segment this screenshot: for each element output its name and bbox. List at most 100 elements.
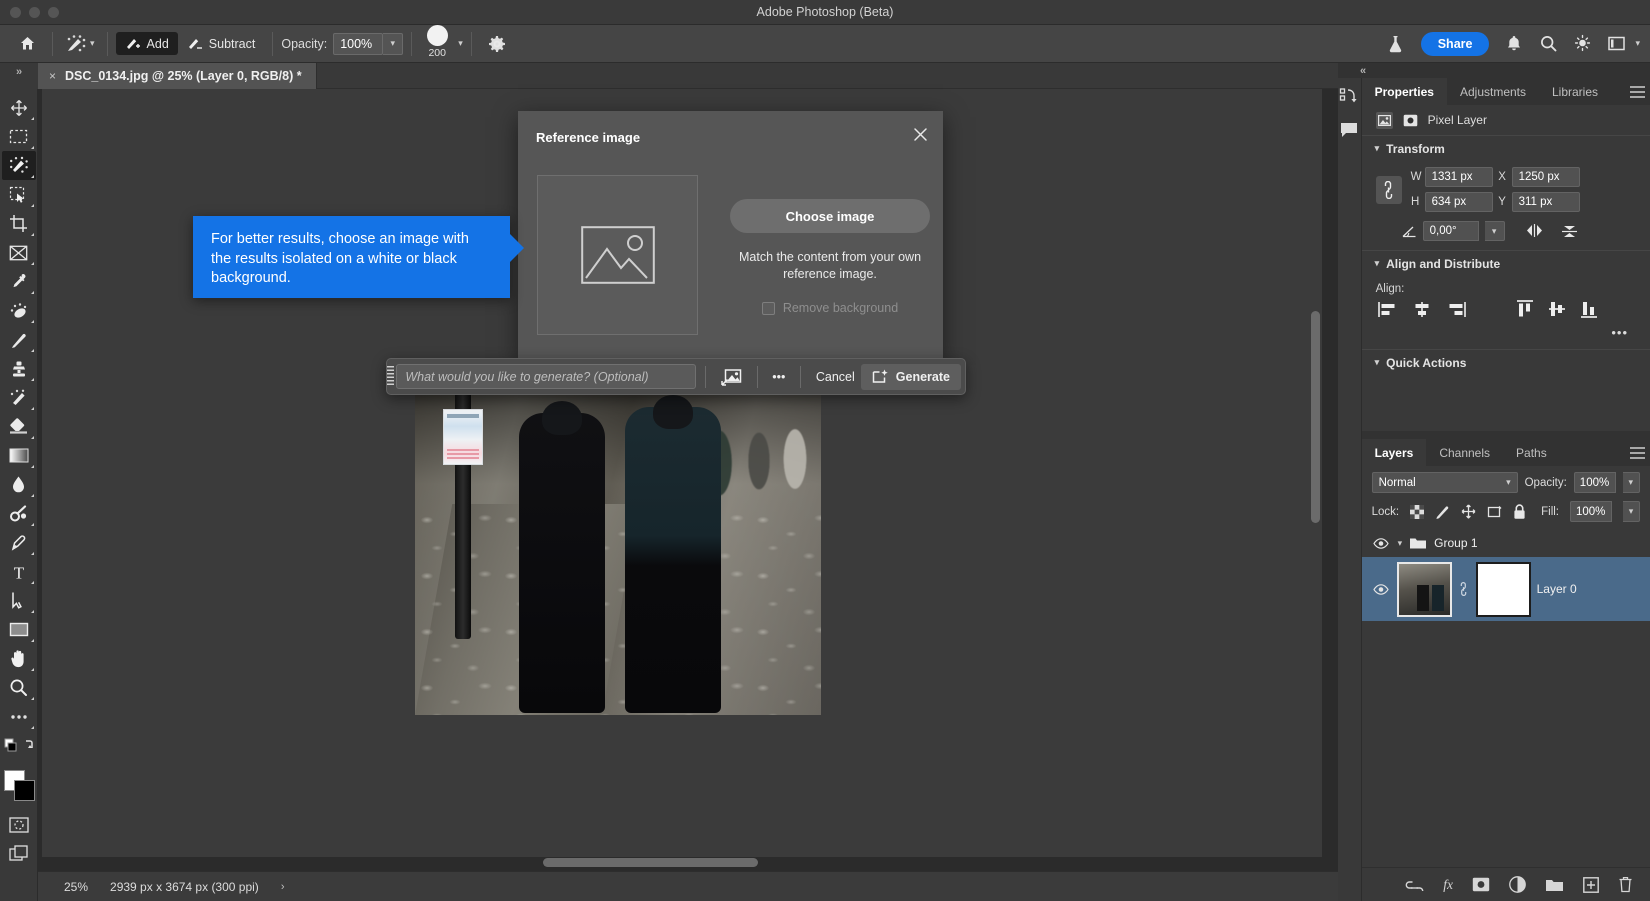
eraser-tool[interactable] bbox=[2, 412, 36, 441]
align-top-icon[interactable] bbox=[1516, 300, 1534, 318]
rectangular-marquee-tool[interactable] bbox=[2, 122, 36, 151]
layer-fill-input[interactable]: 100% bbox=[1570, 501, 1612, 522]
opacity-input[interactable]: 100% bbox=[333, 33, 383, 55]
spot-healing-brush-tool[interactable] bbox=[2, 296, 36, 325]
choose-image-button[interactable]: Choose image bbox=[730, 199, 930, 233]
hand-tool[interactable] bbox=[2, 644, 36, 673]
move-tool[interactable] bbox=[2, 93, 36, 122]
eyedropper-tool[interactable] bbox=[2, 267, 36, 296]
history-icon[interactable] bbox=[1339, 87, 1359, 107]
screen-mode-icon[interactable] bbox=[2, 839, 36, 868]
flask-icon[interactable] bbox=[1379, 30, 1413, 58]
lock-position-icon[interactable] bbox=[1461, 504, 1476, 519]
document-tab[interactable]: × DSC_0134.jpg @ 25% (Layer 0, RGB/8) * bbox=[38, 63, 317, 89]
collapse-rail-button[interactable]: « bbox=[1338, 63, 1650, 78]
flip-vertical-icon[interactable] bbox=[1560, 223, 1579, 239]
default-colors-and-swap[interactable] bbox=[2, 731, 36, 760]
blend-mode-select[interactable]: Normal ▾ bbox=[1372, 472, 1518, 493]
y-input[interactable]: 311 px bbox=[1512, 192, 1580, 212]
dodge-tool[interactable] bbox=[2, 499, 36, 528]
x-input[interactable]: 1250 px bbox=[1512, 167, 1580, 187]
generate-button[interactable]: Generate bbox=[861, 364, 961, 390]
layer-thumbnail[interactable] bbox=[1397, 562, 1452, 617]
edit-toolbar-tool[interactable] bbox=[2, 702, 36, 731]
background-color-swatch[interactable] bbox=[14, 780, 35, 801]
brush-size-picker[interactable]: 200 bbox=[420, 28, 454, 59]
transform-section-header[interactable]: ▾ Transform bbox=[1362, 135, 1650, 161]
angle-chevron-down-icon[interactable]: ▾ bbox=[1485, 221, 1505, 241]
new-group-icon[interactable] bbox=[1545, 878, 1564, 892]
close-document-icon[interactable]: × bbox=[49, 69, 56, 83]
tool-preset-picker[interactable]: ▾ bbox=[61, 30, 99, 58]
add-layer-mask-icon[interactable] bbox=[1472, 877, 1490, 892]
workspace-chevron-down-icon[interactable]: ▾ bbox=[1635, 39, 1640, 48]
add-mode-button[interactable]: Add bbox=[116, 32, 178, 55]
history-brush-tool[interactable] bbox=[2, 383, 36, 412]
toggle-visibility-icon[interactable] bbox=[1372, 584, 1391, 595]
align-section-header[interactable]: ▾ Align and Distribute bbox=[1362, 250, 1650, 276]
layer-mask-thumbnail[interactable] bbox=[1476, 562, 1531, 617]
lock-transparent-pixels-icon[interactable] bbox=[1410, 505, 1424, 519]
toggle-visibility-icon[interactable] bbox=[1372, 538, 1391, 549]
align-bottom-icon[interactable] bbox=[1580, 300, 1598, 318]
tab-libraries[interactable]: Libraries bbox=[1539, 78, 1611, 105]
rectangle-tool[interactable] bbox=[2, 615, 36, 644]
new-layer-icon[interactable] bbox=[1583, 877, 1599, 893]
panel-menu-icon[interactable] bbox=[1624, 78, 1650, 105]
color-swatches[interactable] bbox=[2, 768, 36, 804]
prompt-input[interactable]: What would you like to generate? (Option… bbox=[396, 364, 696, 389]
gradient-tool[interactable] bbox=[2, 441, 36, 470]
tab-paths[interactable]: Paths bbox=[1503, 439, 1560, 466]
subtract-mode-button[interactable]: Subtract bbox=[178, 32, 265, 55]
layer-opacity-chevron-down-icon[interactable]: ▾ bbox=[1623, 472, 1640, 493]
drag-handle[interactable] bbox=[387, 359, 394, 394]
comments-icon[interactable] bbox=[1339, 121, 1359, 139]
zoom-tool[interactable] bbox=[2, 673, 36, 702]
align-center-vertical-icon[interactable] bbox=[1548, 300, 1566, 318]
canvas-vertical-scrollbar[interactable] bbox=[1311, 311, 1320, 523]
lock-artboard-icon[interactable] bbox=[1487, 505, 1502, 519]
type-tool[interactable]: T bbox=[2, 557, 36, 586]
selection-brush-tool[interactable] bbox=[2, 151, 36, 180]
object-selection-tool[interactable] bbox=[2, 180, 36, 209]
close-icon[interactable] bbox=[907, 121, 933, 147]
layers-panel-menu-icon[interactable] bbox=[1624, 439, 1650, 466]
expand-group-chevron-down-icon[interactable]: ▾ bbox=[1398, 539, 1403, 548]
align-more-button[interactable]: ••• bbox=[1362, 322, 1650, 349]
crop-tool[interactable] bbox=[2, 209, 36, 238]
link-layers-icon[interactable] bbox=[1405, 879, 1424, 891]
tab-adjustments[interactable]: Adjustments bbox=[1447, 78, 1539, 105]
align-center-horizontal-icon[interactable] bbox=[1412, 301, 1432, 318]
tab-channels[interactable]: Channels bbox=[1426, 439, 1503, 466]
home-icon[interactable] bbox=[10, 30, 44, 58]
zoom-level[interactable]: 25% bbox=[64, 880, 88, 894]
gear-icon[interactable] bbox=[480, 30, 514, 58]
more-options-button[interactable]: ••• bbox=[766, 364, 791, 390]
new-adjustment-layer-icon[interactable] bbox=[1509, 876, 1526, 893]
path-selection-tool[interactable] bbox=[2, 586, 36, 615]
layer-group-row[interactable]: ▾ Group 1 bbox=[1362, 529, 1650, 557]
search-icon[interactable] bbox=[1531, 30, 1565, 58]
quick-actions-section-header[interactable]: ▾ Quick Actions bbox=[1362, 349, 1650, 375]
quick-mask-icon[interactable] bbox=[2, 810, 36, 839]
clone-stamp-tool[interactable] bbox=[2, 354, 36, 383]
lock-all-icon[interactable] bbox=[1513, 504, 1526, 520]
mask-link-icon[interactable] bbox=[1458, 582, 1470, 596]
add-layer-style-icon[interactable]: fx bbox=[1443, 877, 1453, 893]
pen-tool[interactable] bbox=[2, 528, 36, 557]
width-input[interactable]: 1331 px bbox=[1425, 167, 1493, 187]
remove-background-checkbox[interactable] bbox=[762, 302, 775, 315]
flip-horizontal-icon[interactable] bbox=[1525, 223, 1544, 239]
lock-image-pixels-icon[interactable] bbox=[1435, 504, 1450, 519]
chevron-down-icon[interactable]: ▾ bbox=[90, 39, 95, 48]
brush-tool[interactable] bbox=[2, 325, 36, 354]
tab-layers[interactable]: Layers bbox=[1362, 439, 1427, 466]
document-image[interactable] bbox=[415, 385, 821, 715]
layer-opacity-input[interactable]: 100% bbox=[1574, 472, 1616, 493]
tab-properties[interactable]: Properties bbox=[1362, 78, 1447, 105]
delete-layer-icon[interactable] bbox=[1618, 876, 1633, 893]
share-button[interactable]: Share bbox=[1421, 32, 1490, 56]
blur-tool[interactable] bbox=[2, 470, 36, 499]
align-right-icon[interactable] bbox=[1446, 301, 1466, 318]
panel-divider[interactable] bbox=[1362, 431, 1650, 439]
